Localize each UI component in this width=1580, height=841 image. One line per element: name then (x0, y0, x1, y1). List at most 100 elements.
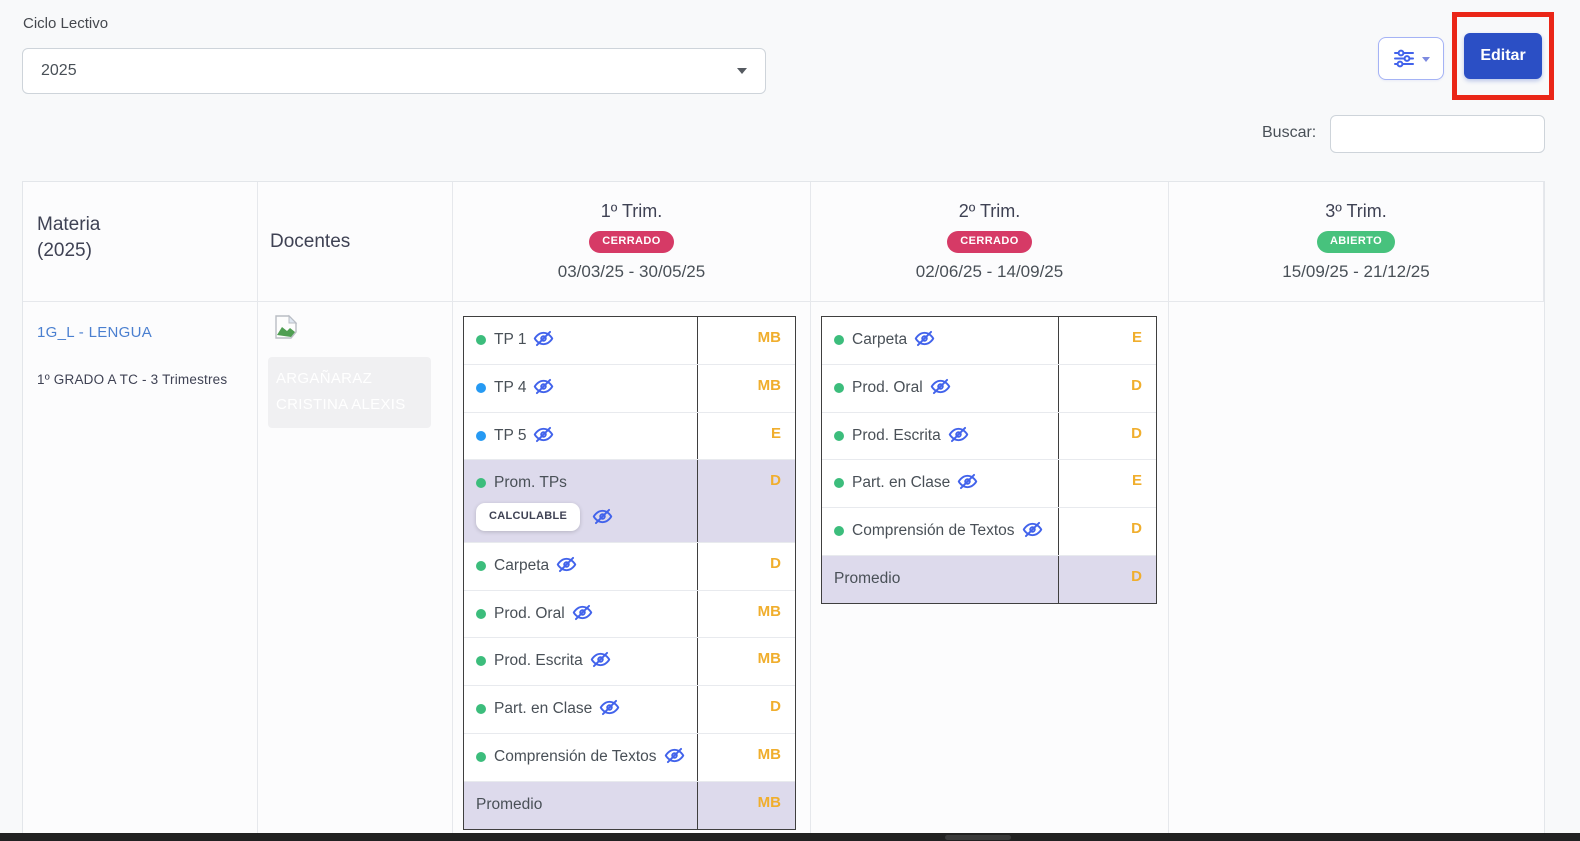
grade-label-cell: Promedio (464, 781, 698, 829)
table-row-materia-cell: 1G_L - LENGUA 1º GRADO A TC - 3 Trimestr… (23, 302, 258, 833)
eye-off-icon[interactable] (664, 745, 685, 766)
grade-label-cell: Part. en Clase (822, 460, 1059, 508)
bottom-bar-handle (945, 835, 1011, 840)
eye-off-icon[interactable] (592, 506, 613, 527)
column-header-materia: Materia (2025) (23, 182, 258, 302)
criterion-label: Promedio (834, 569, 901, 587)
grade-label-cell: Carpeta (464, 542, 698, 590)
sliders-icon (1393, 49, 1415, 68)
grade-row: TP 1 MB (464, 317, 795, 364)
column-header-trim3: 3º Trim. ABIERTO 15/09/25 - 21/12/25 (1169, 182, 1544, 302)
buscar-label: Buscar: (1262, 124, 1317, 141)
status-dot-icon (476, 704, 486, 715)
grade-value: E (1131, 329, 1142, 346)
criterion-label: Promedio (476, 795, 543, 813)
column-header-docentes: Docentes (258, 182, 453, 302)
grade-label-cell: TP 4 (464, 364, 698, 412)
grade-value: D (770, 472, 781, 490)
criterion-label: Comprensión de Textos (494, 747, 657, 765)
trim3-status-badge: ABIERTO (1316, 231, 1396, 253)
grade-row: Prod. Oral MB (464, 589, 795, 638)
eye-off-icon[interactable] (599, 697, 620, 718)
chevron-down-icon (737, 68, 747, 74)
filter-options-button[interactable] (1378, 37, 1444, 80)
grade-label-cell: Prod. Oral (464, 590, 698, 638)
grade-row: Prod. Escrita D (822, 411, 1156, 460)
status-dot-icon (834, 478, 844, 489)
status-dot-icon (476, 478, 486, 489)
criterion-label: TP 4 (494, 378, 527, 396)
materias-table: Materia (2025) Docentes 1º Trim. CERRADO… (22, 181, 1545, 833)
grade-value: D (1131, 424, 1142, 442)
table-row-trim1-cell: TP 1 MB TP 4 MB TP 5 E Prom. TPs CALCULABLE D Car… (453, 302, 811, 833)
buscar-input[interactable] (1330, 115, 1545, 153)
grade-label-cell: Prom. TPs CALCULABLE (464, 460, 698, 542)
status-dot-icon (476, 430, 486, 441)
eye-off-icon[interactable] (590, 649, 611, 670)
table-row-trim3-cell (1169, 302, 1544, 833)
trim2-dates: 02/06/25 - 14/09/25 (915, 261, 1064, 281)
editar-button[interactable]: Editar (1464, 33, 1542, 79)
eye-off-icon[interactable] (533, 376, 554, 397)
grade-row: Carpeta E (822, 317, 1156, 364)
table-row-trim2-cell: Carpeta E Prod. Oral D Prod. Escrita D Part. e… (811, 302, 1169, 833)
status-dot-icon (834, 430, 844, 441)
criterion-label: Carpeta (494, 556, 550, 574)
criterion-label: Part. en Clase (494, 700, 593, 718)
eye-off-icon[interactable] (914, 328, 935, 349)
ciclo-lectivo-label: Ciclo Lectivo (23, 15, 109, 32)
trim2-status-badge: CERRADO (947, 231, 1032, 253)
trim2-grades-table: Carpeta E Prod. Oral D Prod. Escrita D Part. e… (821, 316, 1157, 604)
eye-off-icon[interactable] (533, 424, 554, 445)
grade-value: D (1131, 520, 1142, 538)
grade-value: E (1131, 472, 1142, 490)
status-dot-icon (834, 526, 844, 537)
grade-value: MB (757, 602, 781, 620)
eye-off-icon[interactable] (556, 554, 577, 575)
eye-off-icon[interactable] (1022, 519, 1043, 540)
status-dot-icon (476, 751, 486, 762)
criterion-label: Prod. Escrita (494, 652, 583, 670)
broken-image-icon (272, 314, 302, 346)
ciclo-lectivo-select[interactable]: 2025 (22, 48, 766, 94)
materia-link[interactable]: 1G_L - LENGUA (37, 324, 152, 341)
trim1-status-badge: CERRADO (589, 231, 674, 253)
grade-row: Part. en Clase E (822, 459, 1156, 508)
criterion-label: TP 1 (494, 331, 527, 348)
grade-label-cell: TP 1 (464, 317, 698, 364)
status-dot-icon (476, 335, 486, 345)
trim1-grades-table: TP 1 MB TP 4 MB TP 5 E Prom. TPs CALCULABLE D Car… (463, 316, 796, 830)
table-row-docentes-cell: ARGAÑARAZ CRISTINA ALEXIS (258, 302, 453, 833)
eye-off-icon[interactable] (533, 328, 554, 349)
criterion-label: Prod. Oral (852, 378, 923, 396)
eye-off-icon[interactable] (930, 376, 951, 397)
grade-label-cell: Comprensión de Textos (464, 733, 698, 781)
docente-name: ARGAÑARAZ CRISTINA ALEXIS (268, 357, 431, 428)
ciclo-lectivo-selected-value: 2025 (41, 62, 77, 79)
status-dot-icon (834, 382, 844, 393)
status-dot-icon (476, 382, 486, 393)
trim1-dates: 03/03/25 - 30/05/25 (557, 261, 706, 281)
trim3-title: 3º Trim. (1325, 201, 1387, 222)
grade-label-cell: Carpeta (822, 317, 1059, 364)
grade-label-cell: Comprensión de Textos (822, 508, 1059, 555)
eye-off-icon[interactable] (957, 471, 978, 492)
grade-value: E (770, 424, 781, 442)
eye-off-icon[interactable] (948, 424, 969, 445)
grade-label-cell: Promedio (822, 555, 1059, 603)
materia-detail: 1º GRADO A TC - 3 Trimestres (37, 372, 228, 387)
grade-value: MB (757, 376, 781, 394)
status-dot-icon (834, 335, 844, 345)
grade-row: Prod. Escrita MB (464, 637, 795, 686)
criterion-label: Prom. TPs (494, 474, 567, 492)
eye-off-icon[interactable] (572, 602, 593, 623)
grade-value: MB (757, 793, 781, 811)
trim1-title: 1º Trim. (600, 201, 663, 222)
criterion-label: TP 5 (494, 426, 527, 444)
grade-value: D (770, 554, 781, 572)
criterion-label: Part. en Clase (852, 474, 951, 492)
trim3-dates: 15/09/25 - 21/12/25 (1282, 261, 1430, 281)
grade-label-cell: Prod. Escrita (822, 412, 1059, 460)
grade-value: MB (757, 329, 781, 346)
grade-row: Part. en Clase D (464, 685, 795, 733)
